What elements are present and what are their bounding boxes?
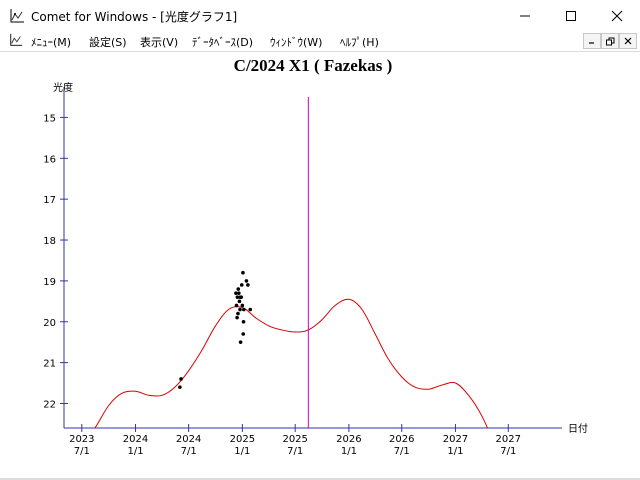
observation-point	[239, 295, 243, 300]
x-tick-label-year: 2026	[336, 434, 361, 445]
observation-point	[234, 303, 239, 308]
chart-labels: 151617181920212220237/120241/120247/1202…	[43, 81, 588, 457]
observation-point	[237, 299, 242, 304]
y-tick-label: 19	[43, 277, 56, 288]
x-tick-label-date: 7/1	[181, 446, 197, 457]
x-tick-label-year: 2023	[69, 434, 94, 445]
observation-point	[241, 319, 246, 324]
x-tick-label-date: 1/1	[341, 446, 357, 457]
observation-point	[242, 307, 246, 312]
x-tick-label-year: 2024	[123, 434, 148, 445]
y-axis-label: 光度	[53, 81, 73, 94]
y-tick-label: 22	[43, 399, 56, 410]
predicted-curve-group	[94, 97, 489, 428]
y-tick-label: 17	[43, 195, 56, 206]
x-tick-label-date: 1/1	[127, 446, 143, 457]
observation-point	[236, 311, 240, 316]
x-tick-label-year: 2026	[389, 434, 414, 445]
x-axis-label: 日付	[568, 422, 588, 435]
x-tick-label-date: 7/1	[394, 446, 410, 457]
observation-point	[238, 340, 243, 344]
x-tick-label-year: 2025	[282, 434, 307, 445]
observation-point	[235, 315, 239, 320]
light-curve-chart: 151617181920212220237/120241/120247/1202…	[43, 81, 588, 457]
observation-point	[244, 279, 249, 283]
x-tick-label-year: 2027	[496, 434, 521, 445]
x-tick-label-date: 1/1	[234, 446, 250, 457]
x-tick-label-date: 7/1	[500, 446, 516, 457]
observation-point	[240, 303, 245, 308]
observation-point	[239, 283, 244, 287]
x-tick-label-year: 2024	[176, 434, 201, 445]
x-tick-label-year: 2025	[230, 434, 255, 445]
y-tick-label: 20	[43, 318, 56, 329]
y-tick-label: 21	[43, 359, 56, 370]
y-tick-label: 16	[43, 154, 56, 165]
y-tick-label: 15	[43, 113, 56, 124]
observation-point	[178, 385, 182, 389]
observation-point	[179, 377, 183, 381]
x-tick-label-date: 7/1	[74, 446, 90, 457]
observation-point	[246, 283, 250, 287]
x-tick-label-year: 2027	[443, 434, 468, 445]
y-tick-label: 18	[43, 236, 56, 247]
observation-points	[178, 270, 253, 389]
observation-point	[236, 287, 241, 291]
observation-point	[237, 291, 241, 295]
observation-point	[238, 307, 242, 312]
observation-point	[241, 270, 245, 275]
predicted-curve	[94, 298, 489, 428]
observation-point	[241, 332, 246, 336]
x-tick-label-date: 7/1	[287, 446, 303, 457]
x-tick-label-date: 1/1	[447, 446, 463, 457]
observation-point	[248, 307, 253, 312]
chart-axes	[60, 87, 562, 432]
